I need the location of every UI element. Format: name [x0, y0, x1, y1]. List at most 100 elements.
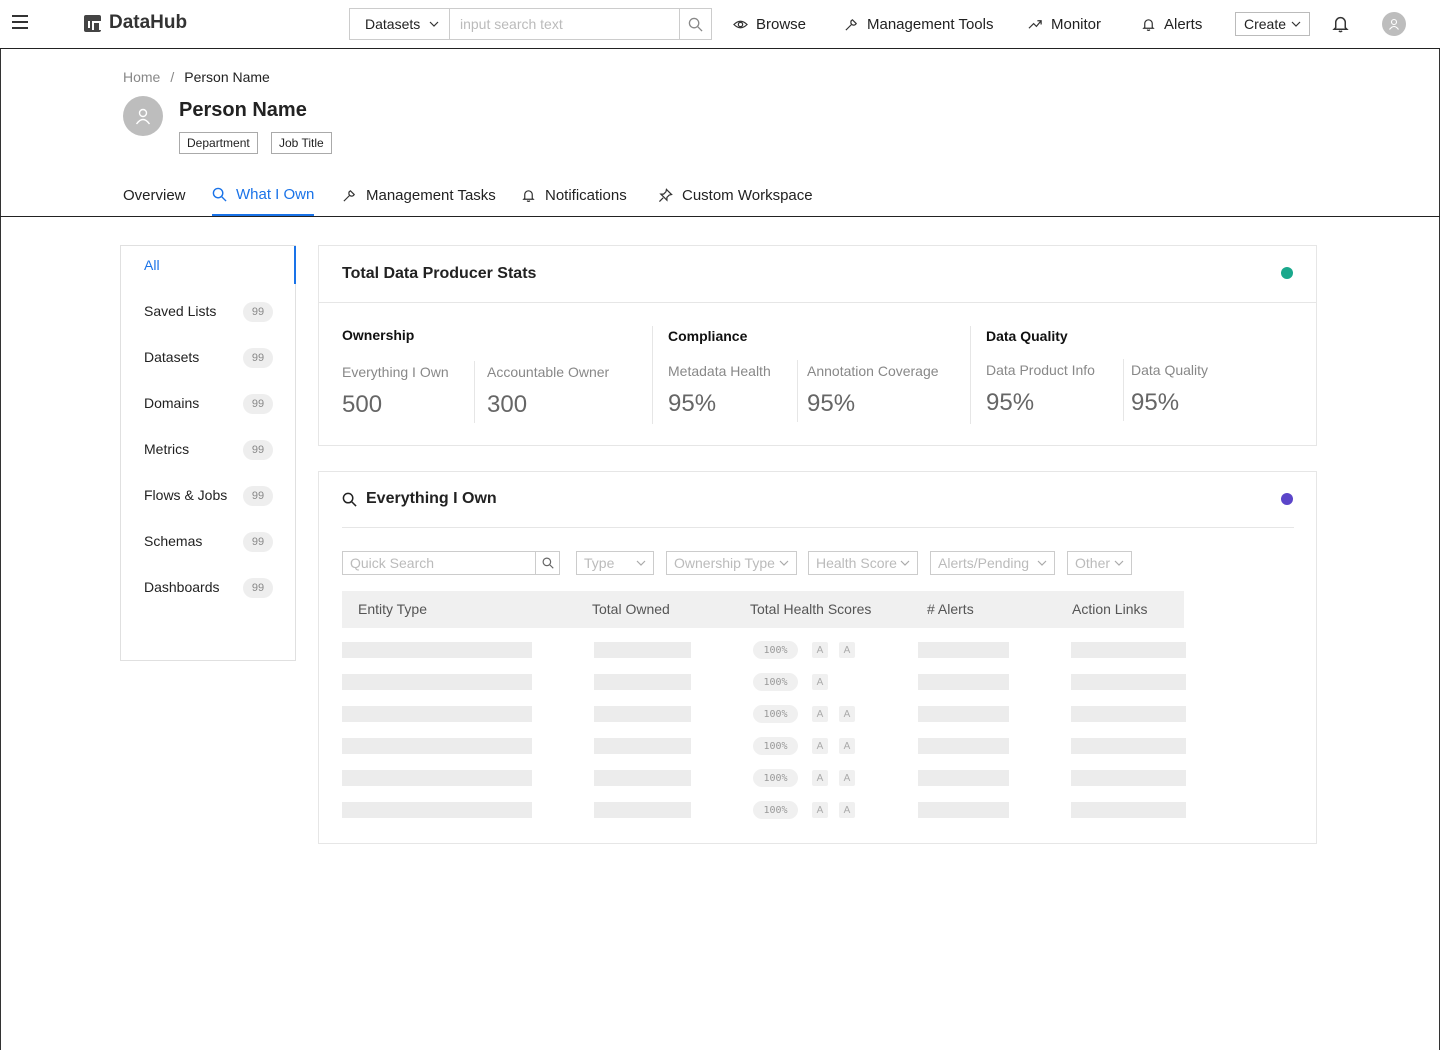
tab-management-tasks[interactable]: Management Tasks	[342, 175, 496, 216]
quick-search-input[interactable]	[343, 552, 535, 574]
chevron-down-icon	[636, 560, 646, 566]
status-dot	[1281, 267, 1293, 279]
notifications-bell-icon[interactable]	[1332, 15, 1349, 33]
count-badge: 99	[243, 486, 273, 506]
column-header-action-links[interactable]: Action Links	[1072, 601, 1147, 617]
skeleton-total-owned	[594, 706, 691, 722]
skeleton-action-links	[1071, 770, 1186, 786]
create-button[interactable]: Create	[1235, 12, 1310, 36]
alert-chip: A	[839, 770, 855, 786]
health-score-badge: 100%	[753, 705, 798, 723]
chevron-down-icon	[1037, 560, 1047, 566]
app-logo[interactable]: DataHub	[84, 12, 187, 34]
sidebar-item-domains[interactable]: Domains	[144, 395, 199, 411]
sidebar-item-schemas[interactable]: Schemas	[144, 533, 202, 549]
filter-ownership-type[interactable]: Ownership Type	[666, 551, 797, 575]
nav-browse[interactable]: Browse	[733, 0, 806, 49]
filter-alerts-pending[interactable]: Alerts/Pending	[930, 551, 1055, 575]
compliance-heading: Compliance	[668, 328, 748, 344]
stat-value: 95%	[986, 389, 1035, 416]
quick-search	[342, 551, 560, 575]
skeleton-alerts	[918, 706, 1009, 722]
skeleton-total-owned	[594, 674, 691, 690]
job-title-tag[interactable]: Job Title	[271, 132, 332, 154]
breadcrumb-current: Person Name	[184, 69, 270, 85]
skeleton-alerts	[918, 674, 1009, 690]
chevron-down-icon	[429, 21, 439, 27]
nav-monitor-label: Monitor	[1051, 16, 1102, 33]
user-icon	[1389, 18, 1399, 30]
group-divider	[970, 326, 971, 424]
tab-overview-label: Overview	[123, 187, 186, 204]
bell-icon	[522, 190, 535, 202]
alert-chip: A	[812, 802, 828, 818]
skeleton-entity-type	[342, 770, 532, 786]
sidebar-item-dashboards[interactable]: Dashboards	[144, 579, 220, 595]
count-badge: 99	[243, 440, 273, 460]
user-avatar[interactable]	[1382, 12, 1406, 36]
search-type-select[interactable]: Datasets	[350, 9, 450, 39]
skeleton-entity-type	[342, 802, 532, 818]
stat-value: 95%	[668, 390, 717, 417]
health-score-badge: 100%	[753, 641, 798, 659]
tab-custom-workspace[interactable]: Custom Workspace	[658, 175, 813, 216]
column-header-alerts[interactable]: # Alerts	[927, 601, 974, 617]
card-title: Everything I Own	[366, 490, 497, 507]
nav-alerts[interactable]: Alerts	[1141, 0, 1202, 49]
table-header: Entity Type Total Owned Total Health Sco…	[342, 591, 1184, 628]
health-score-badge: 100%	[753, 769, 798, 787]
sidebar-item-saved-lists[interactable]: Saved Lists	[144, 303, 216, 319]
skeleton-total-owned	[594, 642, 691, 658]
tab-custom-workspace-label: Custom Workspace	[682, 187, 813, 204]
ownership-heading: Ownership	[342, 327, 415, 343]
search-icon	[212, 187, 227, 202]
skeleton-action-links	[1071, 802, 1186, 818]
sidebar-item-flows-jobs[interactable]: Flows & Jobs	[144, 487, 227, 503]
status-dot	[1281, 493, 1293, 505]
sidebar-item-metrics[interactable]: Metrics	[144, 441, 189, 457]
hamburger-menu-icon[interactable]	[12, 15, 28, 29]
stat-label: Data Product Info	[986, 362, 1095, 378]
sidebar-item-datasets[interactable]: Datasets	[144, 349, 199, 365]
producer-stats-card: Total Data Producer Stats Ownership Ever…	[318, 245, 1317, 446]
health-score-badge: 100%	[753, 737, 798, 755]
column-header-total-health-scores[interactable]: Total Health Scores	[750, 601, 871, 617]
chevron-down-icon	[1291, 21, 1301, 27]
filter-other[interactable]: Other	[1067, 551, 1132, 575]
tab-overview[interactable]: Overview	[123, 175, 186, 216]
alert-chip: A	[839, 642, 855, 658]
skeleton-action-links	[1071, 674, 1186, 690]
count-badge: 99	[243, 302, 273, 322]
breadcrumb-home[interactable]: Home	[123, 69, 160, 85]
stat-divider	[474, 361, 475, 423]
wrench-icon	[343, 190, 355, 202]
tab-notifications[interactable]: Notifications	[521, 175, 627, 216]
column-header-total-owned[interactable]: Total Owned	[592, 601, 670, 617]
global-search: Datasets	[349, 8, 712, 40]
tab-what-i-own[interactable]: What I Own	[212, 175, 315, 216]
nav-monitor[interactable]: Monitor	[1028, 0, 1101, 49]
filter-label: Other	[1075, 555, 1111, 571]
nav-management-tools[interactable]: Management Tools	[844, 0, 993, 49]
search-button[interactable]	[679, 9, 711, 39]
skeleton-alerts	[918, 770, 1009, 786]
alert-chip: A	[812, 642, 828, 658]
search-icon	[688, 17, 703, 32]
stat-label: Accountable Owner	[487, 364, 610, 380]
quick-search-button[interactable]	[535, 552, 559, 574]
filter-health-score[interactable]: Health Score	[808, 551, 918, 575]
app-name: DataHub	[109, 12, 188, 33]
column-header-entity-type[interactable]: Entity Type	[358, 601, 427, 617]
search-input[interactable]	[450, 9, 679, 39]
stat-label: Metadata Health	[668, 363, 771, 379]
filter-label: Health Score	[816, 555, 897, 571]
stat-divider	[797, 360, 798, 422]
department-tag[interactable]: Department	[179, 132, 258, 154]
card-divider	[319, 302, 1316, 303]
search-type-label: Datasets	[365, 16, 421, 32]
count-badge: 99	[243, 532, 273, 552]
health-score-badge: 100%	[753, 801, 798, 819]
stat-value: 95%	[1131, 389, 1180, 416]
sidebar-item-all[interactable]: All	[144, 257, 160, 273]
filter-type[interactable]: Type	[576, 551, 654, 575]
